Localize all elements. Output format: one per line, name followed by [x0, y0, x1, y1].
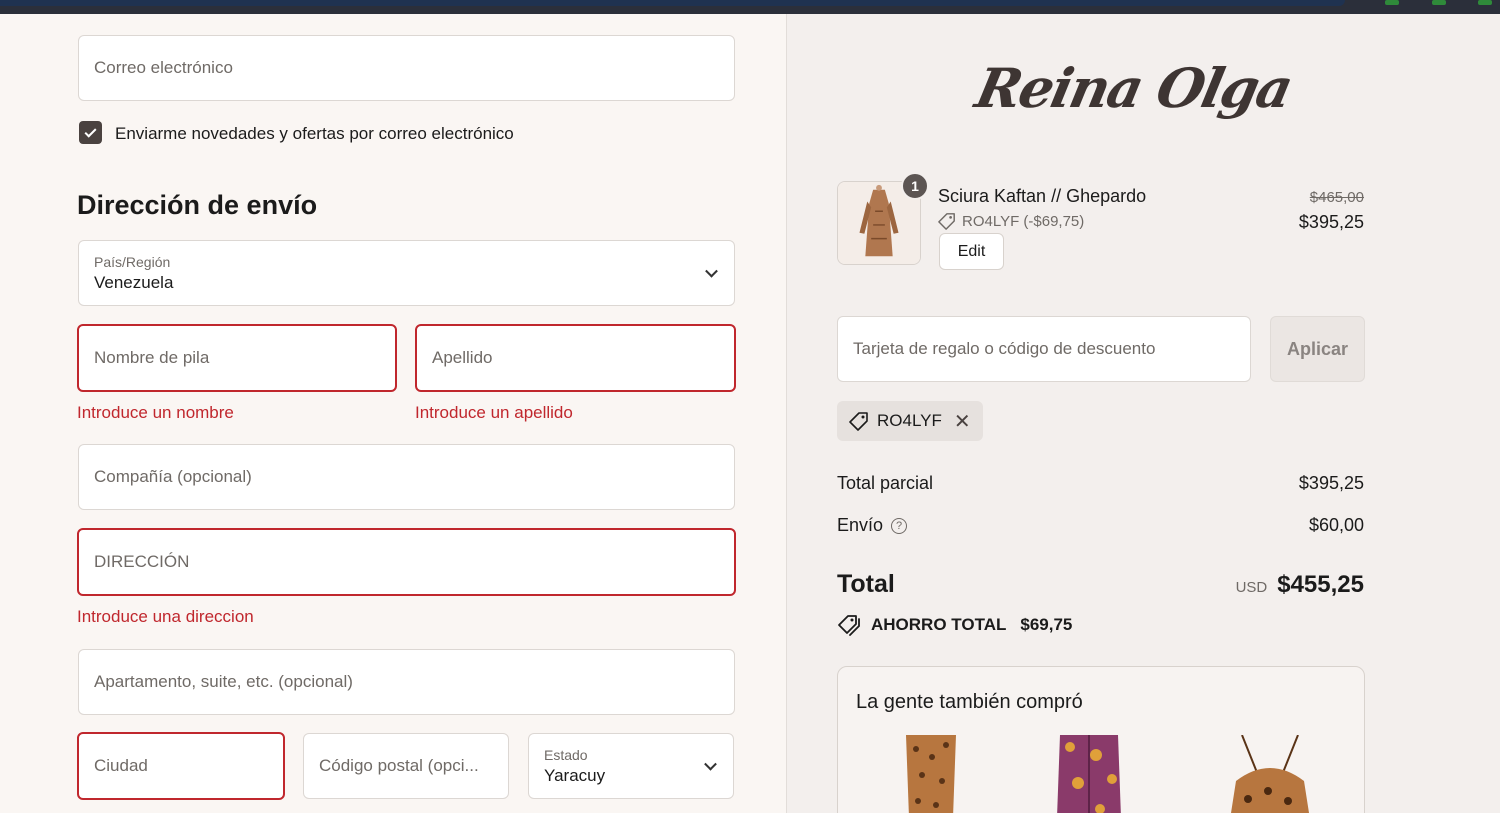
extension-icon[interactable]	[1432, 0, 1446, 5]
state-select[interactable]: Estado Yaracuy	[528, 733, 734, 799]
email-placeholder: Correo electrónico	[94, 58, 233, 77]
product-name: Sciura Kaftan // Ghepardo	[938, 186, 1147, 206]
newsletter-label: Enviarme novedades y ofertas por correo …	[115, 124, 514, 143]
tag-icon	[938, 213, 955, 230]
leopard-dress-image	[906, 735, 956, 813]
first-name-field[interactable]: Nombre de pila	[77, 324, 397, 392]
floral-kaftan-image	[1057, 735, 1121, 813]
applied-code-label: RO4LYF	[877, 411, 942, 430]
browser-top-bar	[0, 0, 1500, 14]
checkout-form: Correo electrónico Enviarme novedades y …	[0, 14, 786, 813]
total-label: Total	[837, 570, 895, 598]
city-placeholder: Ciudad	[94, 756, 148, 775]
recommended-product[interactable]	[898, 735, 964, 813]
savings-label: AHORRO TOTAL	[871, 615, 1007, 634]
subtotal-text: Total parcial	[837, 473, 934, 493]
state-label: Estado	[544, 746, 588, 763]
extension-icon[interactable]	[1478, 0, 1492, 5]
email-field[interactable]: Correo electrónico	[78, 35, 735, 101]
newsletter-checkbox[interactable]	[79, 121, 102, 144]
subtotal-value: $395,25	[1298, 473, 1364, 493]
total-value: USD $455,25	[1236, 571, 1364, 599]
company-field[interactable]: Compañía (opcional)	[78, 444, 735, 510]
total-savings: AHORRO TOTAL $69,75	[837, 614, 1072, 636]
brand-logo[interactable]: Reina Olga	[970, 56, 1297, 120]
shipping-value: $60,00	[1308, 515, 1364, 535]
tags-icon	[838, 615, 860, 636]
address-field[interactable]: DIRECCIÓN	[77, 528, 736, 596]
subtotal-label: Total parcial	[837, 473, 933, 494]
savings-value: $69,75	[1020, 615, 1073, 634]
country-select[interactable]: País/Región Venezuela	[78, 240, 735, 306]
total-currency: USD	[1235, 579, 1268, 596]
product-discount-label: RO4LYF (-$69,75)	[962, 212, 1085, 230]
edit-button[interactable]: Edit	[939, 233, 1004, 270]
quantity-badge: 1	[901, 172, 929, 200]
country-label: País/Región	[94, 253, 171, 270]
address-placeholder: DIRECCIÓN	[94, 552, 190, 571]
country-value: Venezuela	[94, 272, 174, 292]
browser-tab-strip	[0, 0, 1345, 6]
shipping-section-title: Dirección de envío	[77, 190, 318, 220]
recommended-product[interactable]	[1056, 735, 1122, 813]
company-placeholder: Compañía (opcional)	[94, 467, 252, 486]
leopard-top-image	[1231, 734, 1309, 813]
apply-button[interactable]: Aplicar	[1270, 316, 1365, 382]
first-name-error: Introduce un nombre	[77, 403, 234, 422]
last-name-error: Introduce un apellido	[415, 403, 573, 422]
state-value: Yaracuy	[544, 765, 606, 785]
shipping-text: Envío	[837, 515, 884, 535]
also-bought-panel: La gente también compró	[837, 666, 1365, 813]
close-icon[interactable]: ✕	[954, 409, 971, 434]
apartment-placeholder: Apartamento, suite, etc. (opcional)	[94, 672, 353, 691]
order-summary: Reina Olga 1 Sciura Kaftan // Ghepardo R…	[786, 14, 1500, 813]
chevron-down-icon	[705, 264, 718, 278]
postal-code-placeholder: Código postal (opci...	[319, 756, 479, 775]
address-error: Introduce una direccion	[77, 607, 254, 626]
check-icon	[84, 125, 97, 138]
product-price: $395,25	[1298, 212, 1364, 232]
postal-code-field[interactable]: Código postal (opci...	[303, 733, 509, 799]
city-field[interactable]: Ciudad	[77, 732, 285, 800]
last-name-placeholder: Apellido	[432, 348, 493, 367]
original-price: $465,00	[1309, 189, 1364, 206]
also-bought-title: La gente también compró	[856, 691, 1083, 713]
applied-code-chip: RO4LYF ✕	[837, 401, 983, 441]
shipping-label: Envío ?	[837, 515, 908, 536]
chevron-down-icon	[704, 757, 717, 771]
apartment-field[interactable]: Apartamento, suite, etc. (opcional)	[78, 649, 735, 715]
recommended-product[interactable]	[1222, 734, 1318, 813]
extension-icon[interactable]	[1385, 0, 1399, 5]
tag-icon	[849, 412, 868, 431]
first-name-placeholder: Nombre de pila	[94, 348, 210, 367]
help-icon[interactable]: ?	[891, 517, 908, 534]
total-amount: $455,25	[1277, 571, 1364, 598]
discount-code-placeholder: Tarjeta de regalo o código de descuento	[853, 339, 1156, 358]
discount-code-input[interactable]: Tarjeta de regalo o código de descuento	[837, 316, 1251, 382]
product-discount: RO4LYF (-$69,75)	[938, 212, 1084, 230]
last-name-field[interactable]: Apellido	[415, 324, 736, 392]
